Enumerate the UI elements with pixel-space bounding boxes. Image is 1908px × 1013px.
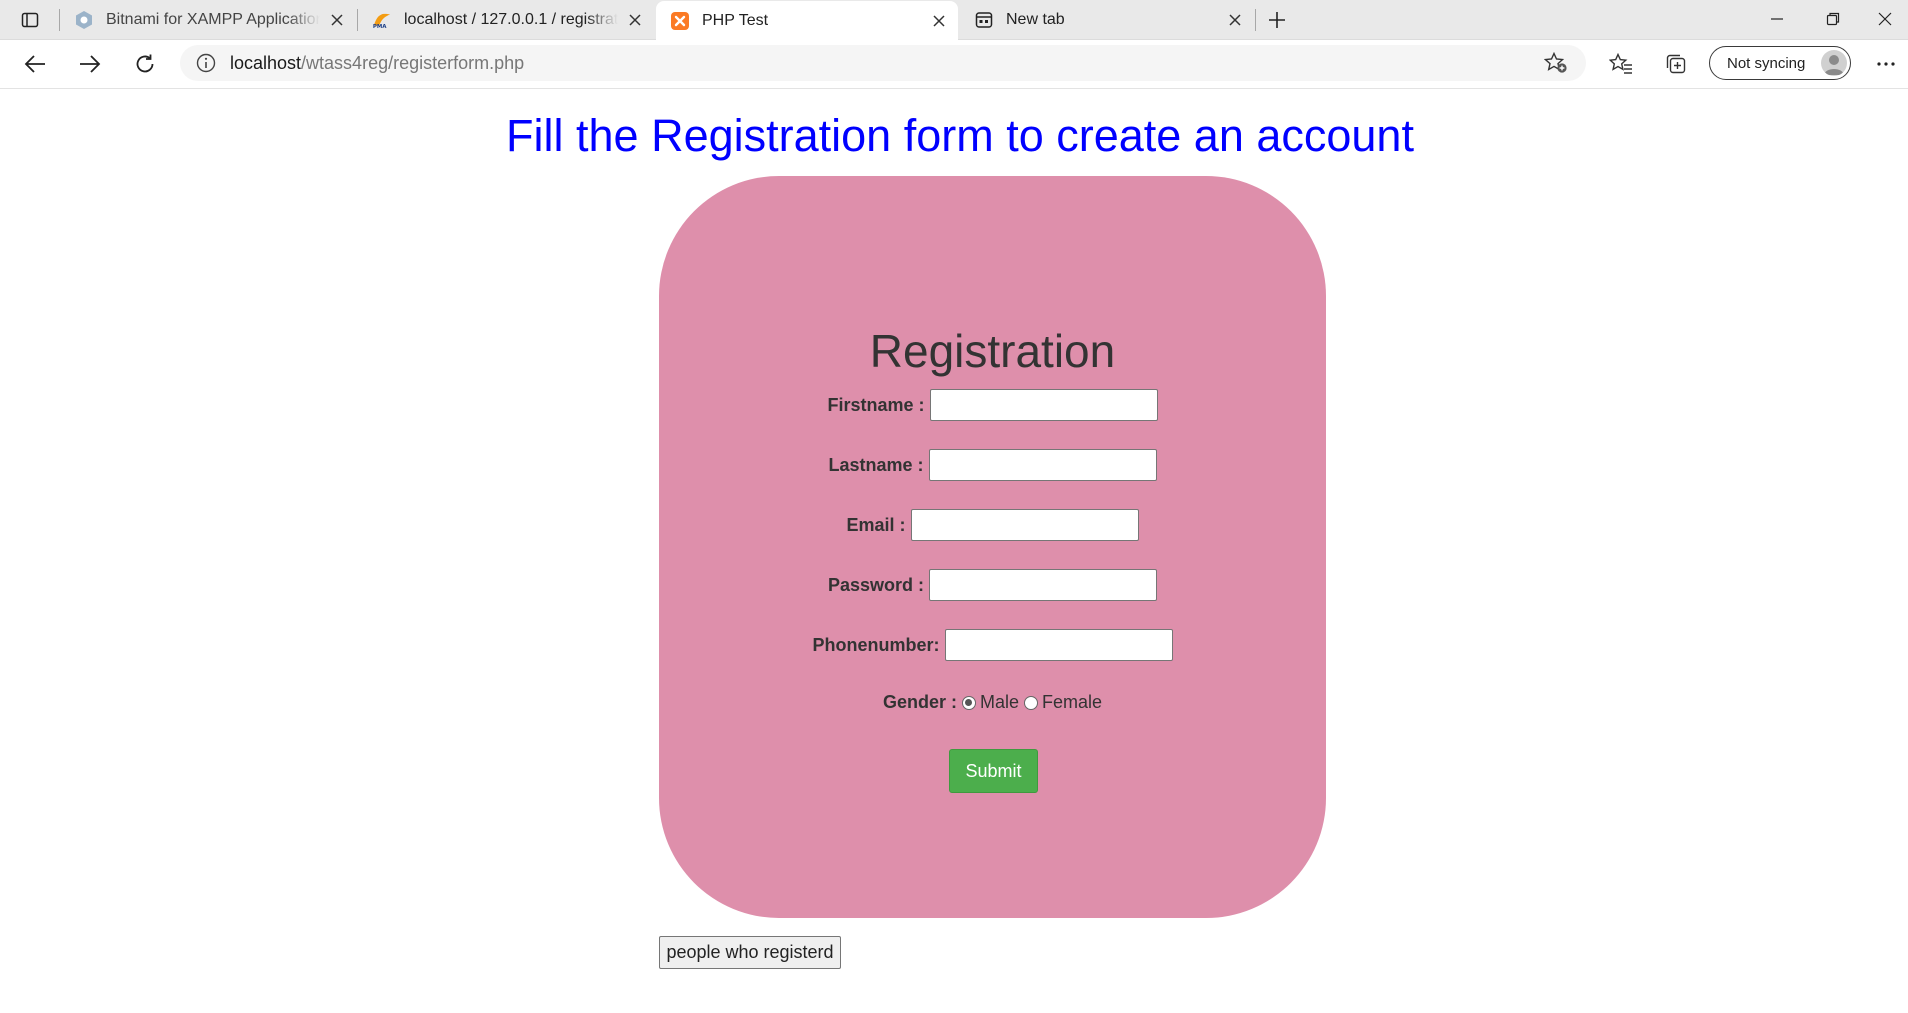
gender-option-male: Male xyxy=(957,692,1019,713)
close-tab-icon[interactable] xyxy=(326,9,348,31)
phonenumber-label: Phonenumber: xyxy=(812,634,940,655)
close-tab-icon[interactable] xyxy=(1224,9,1246,31)
password-row: Password : xyxy=(659,569,1326,601)
back-arrow-icon xyxy=(24,55,45,73)
close-window-icon xyxy=(1878,12,1892,26)
female-label: Female xyxy=(1042,692,1103,712)
password-input[interactable] xyxy=(929,569,1158,601)
gender-label: Gender : xyxy=(882,692,957,712)
address-url: localhost/wtass4reg/registerform.php xyxy=(230,53,524,74)
profile-sync-button[interactable]: Not syncing xyxy=(1709,46,1851,80)
collections-button[interactable] xyxy=(1658,47,1694,81)
lastname-input[interactable] xyxy=(928,449,1157,481)
tab-separator xyxy=(1255,9,1256,31)
tab-actions-icon xyxy=(21,12,39,28)
tab-title: PHP Test xyxy=(702,11,769,29)
male-label: Male xyxy=(979,692,1019,712)
add-favorite-icon[interactable] xyxy=(1544,52,1568,74)
close-tab-icon[interactable] xyxy=(624,9,646,31)
phone-row: Phonenumber: xyxy=(659,629,1326,661)
password-label: Password : xyxy=(827,574,925,595)
refresh-button[interactable] xyxy=(127,47,163,81)
email-input[interactable] xyxy=(910,509,1139,541)
sync-status-label: Not syncing xyxy=(1727,54,1806,72)
favorites-button[interactable] xyxy=(1603,47,1639,81)
tab-title: localhost / 127.0.0.1 / registration xyxy=(404,10,618,28)
minimize-icon xyxy=(1771,18,1783,20)
back-button[interactable] xyxy=(17,47,53,81)
email-label: Email : xyxy=(846,514,906,535)
male-radio[interactable] xyxy=(961,695,976,710)
email-row: Email : xyxy=(659,509,1326,541)
tab-actions-button[interactable] xyxy=(10,5,50,35)
submit-button[interactable]: Submit xyxy=(949,749,1038,793)
lastname-row: Lastname : xyxy=(659,449,1326,481)
gender-option-female: Female xyxy=(1019,692,1102,713)
minimize-button[interactable] xyxy=(1750,0,1804,38)
favorites-icon xyxy=(1609,53,1632,74)
forward-button[interactable] xyxy=(72,47,108,81)
address-path: /wtass4reg/registerform.php xyxy=(301,52,525,73)
more-options-icon xyxy=(1877,62,1895,66)
tab-title: New tab xyxy=(1006,10,1065,28)
plus-icon xyxy=(1269,12,1285,28)
lastname-label: Lastname : xyxy=(828,454,924,475)
registration-form-card: Registration Firstname : Lastname : Emai… xyxy=(659,176,1326,918)
people-registered-button[interactable]: people who registerd xyxy=(659,936,841,969)
xampp-icon xyxy=(670,11,690,31)
phonenumber-input[interactable] xyxy=(944,629,1173,661)
site-info-icon[interactable] xyxy=(196,53,216,73)
firstname-row: Firstname : xyxy=(659,389,1326,421)
tab-php-test[interactable]: PHP Test xyxy=(656,1,958,40)
close-tab-icon[interactable] xyxy=(928,10,950,32)
restore-icon xyxy=(1826,12,1840,26)
restore-button[interactable] xyxy=(1806,0,1860,38)
firstname-input[interactable] xyxy=(929,389,1158,421)
page-heading: Fill the Registration form to create an … xyxy=(506,110,1414,161)
tab-new-tab[interactable]: New tab xyxy=(960,0,1254,39)
browser-toolbar: localhost/wtass4reg/registerform.php Not… xyxy=(0,40,1908,89)
collections-icon xyxy=(1666,54,1686,74)
phpmyadmin-icon: PMA xyxy=(372,10,392,30)
close-window-button[interactable] xyxy=(1862,0,1908,38)
new-tab-page-icon xyxy=(974,10,994,30)
refresh-icon xyxy=(136,54,154,73)
forward-arrow-icon xyxy=(80,55,101,73)
female-radio[interactable] xyxy=(1024,695,1038,710)
tab-strip: Bitnami for XAMPP Application M PMA loca… xyxy=(0,0,1908,40)
gender-row: Gender : Male Female xyxy=(659,692,1326,713)
settings-more-button[interactable] xyxy=(1868,47,1904,81)
form-title: Registration xyxy=(869,325,1116,377)
firstname-label: Firstname : xyxy=(827,394,925,415)
address-host: localhost xyxy=(230,52,302,73)
bitnami-icon xyxy=(74,10,94,30)
avatar xyxy=(1821,50,1847,76)
tab-title: Bitnami for XAMPP Application M xyxy=(106,10,320,28)
new-tab-button[interactable] xyxy=(1262,5,1292,35)
svg-text:PMA: PMA xyxy=(373,24,387,30)
address-bar[interactable]: localhost/wtass4reg/registerform.php xyxy=(180,45,1586,81)
tab-phpmyadmin[interactable]: PMA localhost / 127.0.0.1 / registration xyxy=(358,0,654,39)
tab-bitnami[interactable]: Bitnami for XAMPP Application M xyxy=(60,0,356,39)
